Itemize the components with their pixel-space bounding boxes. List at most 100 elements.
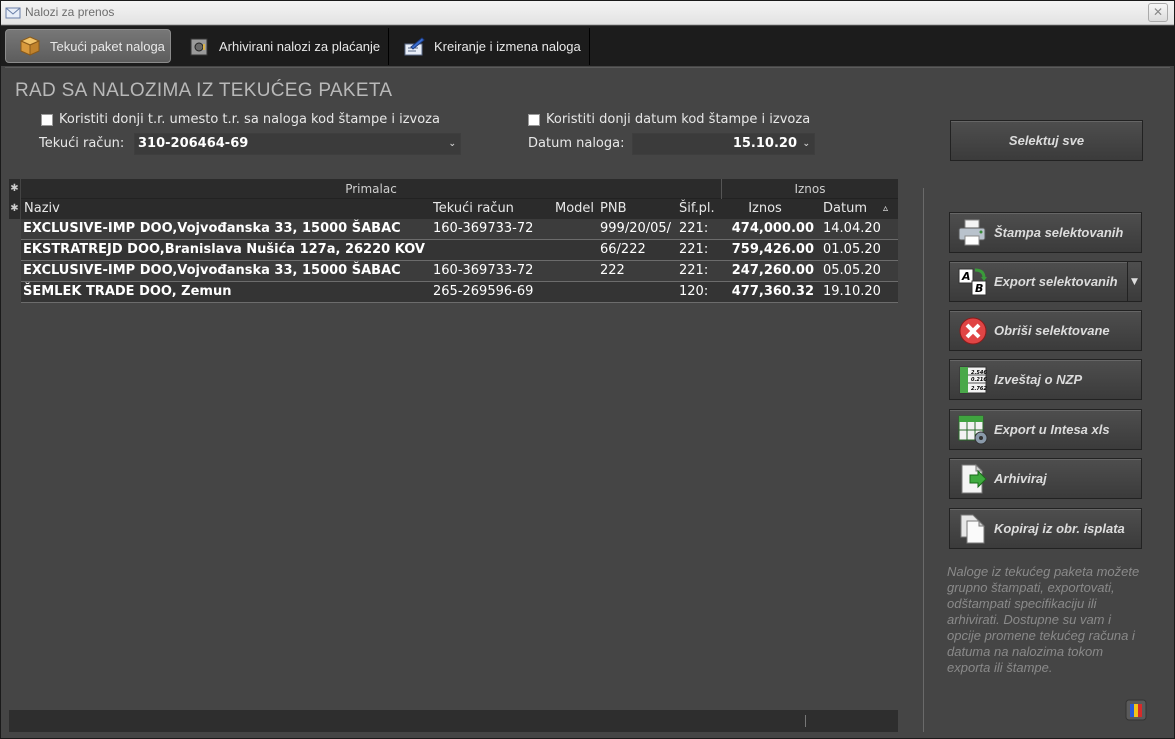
grid-column-header: ✱ Naziv Tekući račun Model PNB Šif.pl. I… [9, 199, 898, 219]
band-iznos: Iznos [794, 182, 826, 196]
tab-label: Arhivirani nalozi za plaćanje [219, 39, 381, 54]
button-label: Obriši selektovane [994, 323, 1110, 338]
account-select[interactable]: 310-206464-69 ⌄ [134, 133, 461, 155]
divider [923, 188, 924, 732]
close-button[interactable]: ✕ [1148, 3, 1168, 22]
cell-naziv: EKSTRATREJD DOO,Branislavа Nušića 127a, … [23, 242, 425, 257]
account-value: 310-206464-69 [138, 136, 249, 151]
button-label: Štampa selektovanih [994, 225, 1124, 240]
archive-arrow-icon [956, 462, 990, 496]
cell-pnb: 999/20/05/ [600, 221, 672, 236]
checkbox-box[interactable] [41, 113, 53, 126]
export-options-dropdown[interactable]: ▼ [1127, 261, 1142, 302]
account-label: Tekući račun: [39, 136, 125, 151]
cell-racun [433, 240, 548, 260]
copy-documents-icon [956, 512, 990, 546]
table-row[interactable]: ŠEMLEK TRADE DOO, Zemun 265-269596-69 12… [21, 282, 898, 303]
cell-pnb: 222 [600, 263, 625, 278]
col-pnb[interactable]: PNB [600, 199, 676, 219]
tab-archived-orders[interactable]: Arhivirani nalozi za plaćanje [175, 28, 389, 65]
tab-strip: Tekući paket naloga Arhivirani nalozi za… [1, 26, 1174, 66]
select-all-button[interactable]: Selektuj sve [950, 120, 1143, 161]
use-account-checkbox[interactable]: Koristiti donji t.r. umesto t.r. sa nalo… [41, 112, 440, 127]
button-label: Izveštaj o NZP [994, 372, 1083, 387]
date-value: 15.10.20 [732, 136, 797, 151]
tab-label: Tekući paket naloga [50, 38, 165, 54]
cell-racun: 160-369733-72 [433, 221, 534, 236]
button-label: Arhiviraj [994, 471, 1047, 486]
cell-sif: 221: [679, 263, 709, 278]
table-row[interactable]: EKSTRATREJD DOO,Branislavа Nušića 127a, … [21, 240, 898, 261]
grid-band-header: ✱ Primalac Iznos [9, 179, 898, 199]
sort-ascending-icon: ▵ [883, 203, 889, 214]
band-primalac: Primalac [345, 182, 397, 196]
cell-pnb [600, 282, 677, 302]
cell-sif: 221: [679, 242, 709, 257]
delete-selected-button[interactable]: Obriši selektovane [949, 310, 1142, 351]
checkbox-box[interactable] [528, 113, 540, 126]
cell-sif: 221: [679, 221, 709, 236]
svg-text:2.546: 2.546 [971, 370, 987, 376]
delete-x-icon [956, 314, 990, 348]
chevron-down-icon: ⌄ [802, 139, 810, 149]
chevron-down-icon: ▼ [1131, 277, 1138, 287]
close-icon: ✕ [1152, 5, 1164, 19]
cell-iznos: 477,360.32 [731, 284, 814, 299]
cell-datum: 05.05.20 [823, 263, 881, 278]
cell-iznos: 759,426.00 [731, 242, 814, 257]
cell-racun: 160-369733-72 [433, 263, 534, 278]
cell-model [555, 219, 599, 239]
export-selected-button[interactable]: A B Export selektovanih [949, 261, 1128, 302]
checkbox-label: Koristiti donji t.r. umesto t.r. sa nalo… [59, 112, 440, 127]
cell-sif: 120: [679, 284, 709, 299]
chevron-down-icon: ⌄ [448, 139, 456, 149]
tab-label: Kreiranje i izmena naloga [434, 39, 581, 54]
svg-text:A: A [961, 270, 971, 283]
cell-datum: 14.04.20 [823, 221, 881, 236]
printer-icon [956, 216, 990, 250]
cell-model [555, 240, 599, 260]
checkbox-label: Koristiti donji datum kod štampe i izvoz… [546, 112, 811, 127]
col-datum[interactable]: Datum [810, 199, 880, 219]
orders-grid: ✱ Primalac Iznos ✱ Naziv Tekući račun Mo… [9, 179, 898, 709]
button-label: Kopiraj iz obr. isplata [994, 521, 1125, 536]
use-date-checkbox[interactable]: Koristiti donji datum kod štampe i izvoz… [528, 112, 810, 127]
col-model[interactable]: Model [555, 199, 599, 219]
archive-button[interactable]: Arhiviraj [949, 458, 1142, 499]
cell-model [555, 282, 599, 302]
cell-naziv: ŠEMLEK TRADE DOO, Zemun [23, 284, 232, 299]
page-title: RAD SA NALOZIMA IZ TEKUĆEG PAKETA [15, 80, 393, 101]
cell-datum: 01.05.20 [823, 242, 881, 257]
col-naziv[interactable]: Naziv [24, 199, 424, 219]
print-selected-button[interactable]: Štampa selektovanih [949, 212, 1142, 253]
export-ab-icon: A B [956, 265, 990, 299]
excel-gear-icon [956, 413, 990, 447]
button-label: Export u Intesa xls [994, 422, 1110, 437]
col-iznos[interactable]: Iznos [722, 199, 808, 219]
cell-pnb: 66/222 [600, 242, 646, 257]
grid-status-bar [9, 710, 898, 732]
col-sif-pl[interactable]: Šif.pl. [679, 199, 721, 219]
date-picker[interactable]: 15.10.20 ⌄ [632, 133, 815, 155]
export-intesa-button[interactable]: Export u Intesa xls [949, 409, 1142, 450]
package-icon [19, 36, 41, 56]
cell-model [555, 261, 599, 281]
copy-from-payouts-button[interactable]: Kopiraj iz obr. isplata [949, 508, 1142, 549]
pen-edit-icon [404, 36, 425, 55]
window-title: Nalozi za prenos [25, 5, 115, 19]
cell-naziv: EXCLUSIVE-IMP DOO,Vojvođanska 33, 15000 … [23, 263, 401, 278]
cell-iznos: 474,000.00 [731, 221, 814, 236]
svg-text:2.762: 2.762 [971, 386, 987, 392]
table-row[interactable]: EXCLUSIVE-IMP DOO,Vojvođanska 33, 15000 … [21, 219, 898, 240]
svg-text:B: B [975, 282, 983, 295]
main-panel: RAD SA NALOZIMA IZ TEKUĆEG PAKETA Korist… [5, 67, 1170, 735]
cell-naziv: EXCLUSIVE-IMP DOO,Vojvođanska 33, 15000 … [23, 221, 401, 236]
col-tekuci-racun[interactable]: Tekući račun [433, 199, 548, 219]
table-row[interactable]: EXCLUSIVE-IMP DOO,Vojvođanska 33, 15000 … [21, 261, 898, 282]
report-nzp-button[interactable]: 2.546 0.216 2.762 Izveštaj o NZP [949, 359, 1142, 400]
app-logo-icon [1125, 699, 1147, 721]
tab-create-edit-orders[interactable]: Kreiranje i izmena naloga [390, 28, 590, 65]
envelope-icon [5, 7, 21, 19]
help-text: Naloge iz tekućeg paketa možete grupno š… [947, 564, 1140, 675]
tab-current-package[interactable]: Tekući paket naloga [5, 29, 171, 63]
